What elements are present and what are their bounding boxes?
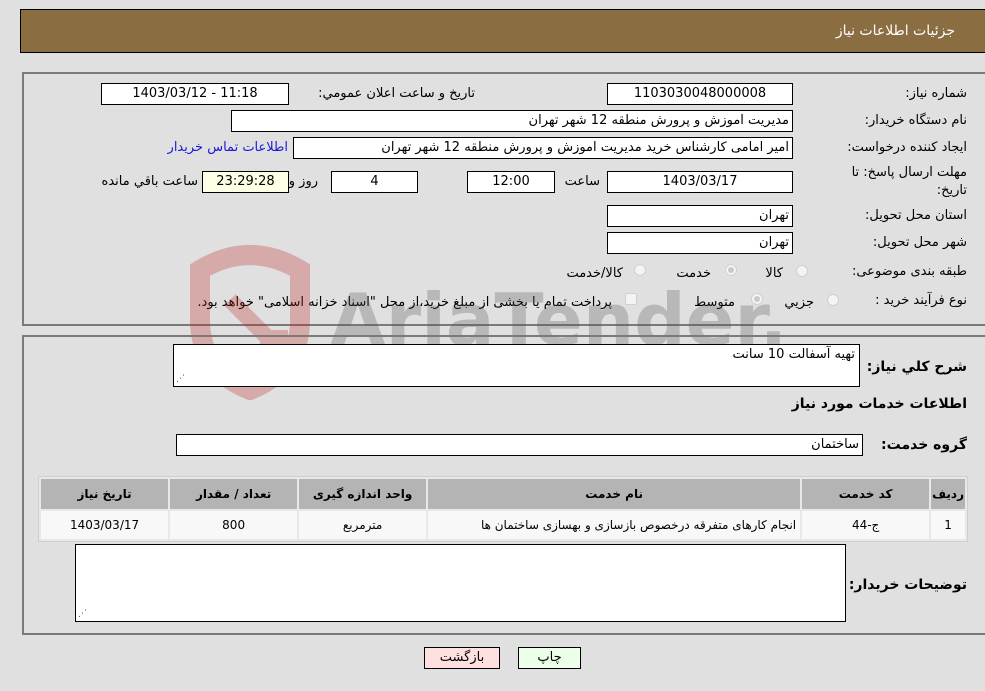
cell-service-name: انجام کارهای متفرقه درخصوص بازسازی و بهس… <box>428 511 801 539</box>
requester-field[interactable]: امیر امامی کارشناس خرید مدیریت اموزش و پ… <box>293 137 793 159</box>
remaining-time-label: ساعت باقي مانده <box>101 174 198 189</box>
deadline-label-line1: مهلت ارسال پاسخ: تا <box>851 165 967 180</box>
col-header-unit: واحد اندازه گيری <box>299 479 427 509</box>
process-radio-medium[interactable] <box>751 293 763 305</box>
cell-row-number: 1 <box>931 511 965 539</box>
category-label: طبقه بندی موضوعی: <box>851 264 967 279</box>
category-option-goods: کالا <box>765 266 783 281</box>
col-header-need-date: تاريخ نياز <box>41 479 169 509</box>
city-label: شهر محل تحويل: <box>872 235 967 250</box>
summary-label: شرح كلي نياز: <box>866 359 967 375</box>
deadline-time-field[interactable]: 12:00 <box>467 171 555 193</box>
page-title: جزئیات اطلاعات نیاز <box>835 23 955 39</box>
need-number-field[interactable]: 1103030048000008 <box>607 83 793 105</box>
announce-datetime-label: تاریخ و ساعت اعلان عمومي: <box>318 86 475 101</box>
deadline-label-line2: تاریخ: <box>936 183 967 198</box>
buyer-org-label: نام دستگاه خريدار: <box>864 113 967 128</box>
category-option-service: خدمت <box>676 266 711 281</box>
province-field[interactable]: تهران <box>607 205 793 227</box>
treasury-note: پرداخت تمام يا بخشی از مبلغ خريد،از محل … <box>197 295 612 310</box>
page-header: جزئیات اطلاعات نیاز <box>20 9 985 53</box>
process-option-minor: جزيي <box>784 295 814 310</box>
print-button[interactable]: چاپ <box>518 647 581 669</box>
cell-service-code: ج-44 <box>802 511 930 539</box>
buyer-contact-link[interactable]: اطلاعات تماس خريدار <box>168 140 288 155</box>
col-header-quantity: تعداد / مقدار <box>170 479 298 509</box>
announce-datetime-field[interactable]: 1403/03/12 - 11:18 <box>101 83 289 105</box>
cell-unit: مترمربع <box>299 511 427 539</box>
services-title: اطلاعات خدمات مورد نياز <box>791 396 967 412</box>
table-header-row: رديف كد خدمت نام خدمت واحد اندازه گيری ت… <box>41 479 965 509</box>
buyer-notes-label: توضيحات خريدار: <box>848 577 967 593</box>
col-header-service-name: نام خدمت <box>428 479 801 509</box>
resize-grip-icon[interactable]: ⋰ <box>78 610 87 619</box>
services-table: رديف كد خدمت نام خدمت واحد اندازه گيری ت… <box>38 476 968 542</box>
category-option-goods-service: کالا/خدمت <box>566 266 623 281</box>
buyer-org-field[interactable]: مدیریت اموزش و پرورش منطقه 12 شهر تهران <box>231 110 793 132</box>
days-label: روز و <box>288 174 318 189</box>
col-header-service-code: كد خدمت <box>802 479 930 509</box>
process-radio-minor[interactable] <box>827 294 839 306</box>
resize-grip-icon[interactable]: ⋰ <box>176 375 185 384</box>
col-header-row-number: رديف <box>931 479 965 509</box>
summary-textarea[interactable] <box>173 344 860 387</box>
requester-label: ايجاد کننده درخواست: <box>847 140 967 155</box>
back-button[interactable]: بازگشت <box>424 647 500 669</box>
need-number-label: شماره نیاز: <box>905 86 967 101</box>
process-option-medium: متوسط <box>694 295 735 310</box>
deadline-time-label: ساعت <box>564 174 600 189</box>
deadline-date-field[interactable]: 1403/03/17 <box>607 171 793 193</box>
category-radio-goods-service[interactable] <box>634 264 646 276</box>
treasury-checkbox[interactable] <box>625 293 637 305</box>
city-field[interactable]: تهران <box>607 232 793 254</box>
category-radio-goods[interactable] <box>796 265 808 277</box>
process-type-label: نوع فرآیند خرید : <box>875 293 967 308</box>
cell-need-date: 1403/03/17 <box>41 511 169 539</box>
category-radio-service[interactable] <box>725 264 737 276</box>
footer-divider <box>22 634 985 635</box>
table-row: 1 ج-44 انجام کارهای متفرقه درخصوص بازساز… <box>41 511 965 539</box>
province-label: استان محل تحويل: <box>865 208 967 223</box>
service-group-field[interactable]: ساختمان <box>176 434 863 456</box>
service-group-label: گروه خدمت: <box>881 437 967 453</box>
cell-quantity: 800 <box>170 511 298 539</box>
remaining-days-field[interactable]: 4 <box>331 171 418 193</box>
remaining-time-field: 23:29:28 <box>202 171 289 193</box>
buyer-notes-textarea[interactable] <box>75 544 846 622</box>
